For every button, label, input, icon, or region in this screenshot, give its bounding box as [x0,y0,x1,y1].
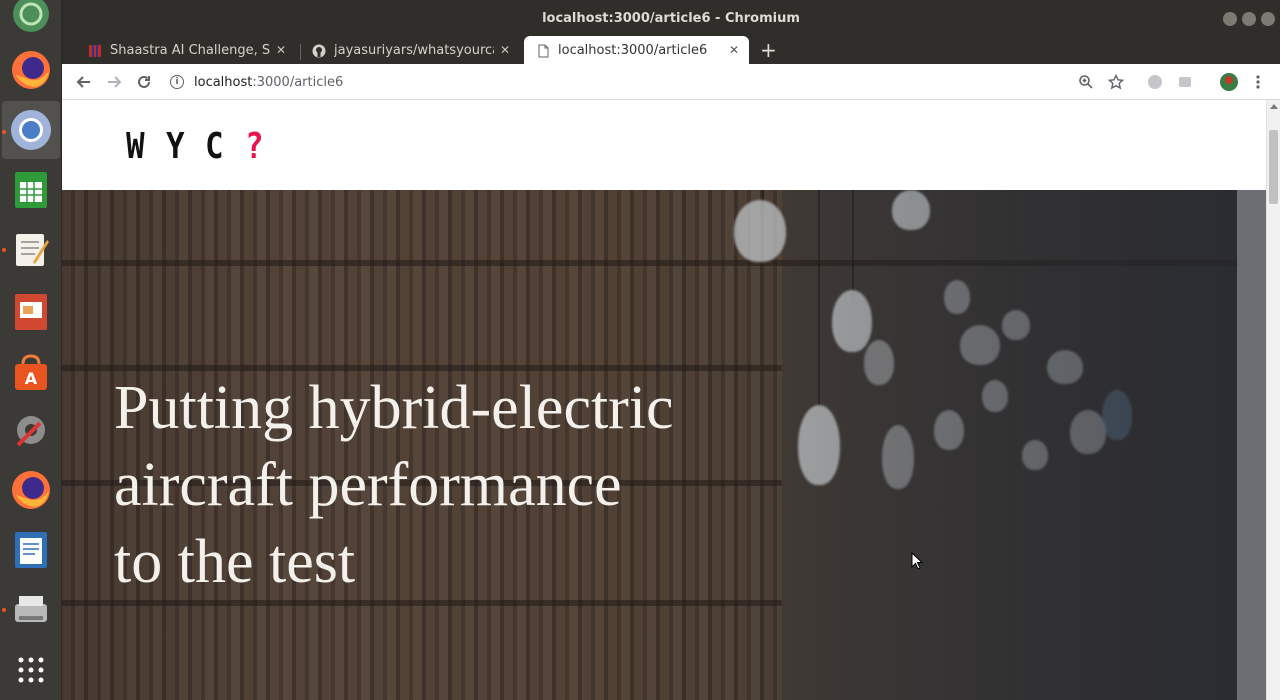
tab-strip: Shaastra AI Challenge, Sh ✕ jayasuriyars… [62,32,1280,64]
mouse-cursor-icon [911,552,923,570]
chromium-icon[interactable] [2,101,60,159]
extension-icon[interactable] [1175,72,1195,92]
logo-letter: C [205,126,229,167]
browser-toolbar: i localhost:3000/article6 [62,64,1280,100]
presentation-icon[interactable] [9,290,53,334]
site-info-icon[interactable]: i [170,75,184,89]
scanner-icon[interactable] [9,588,53,632]
close-tab-icon[interactable]: ✕ [276,43,286,57]
scroll-up-arrow-icon[interactable] [1270,104,1278,109]
hero-title: Putting hybrid-electric aircraft perform… [114,370,814,601]
hero-title-line: Putting hybrid-electric [114,374,674,442]
close-tab-icon[interactable]: ✕ [500,43,510,57]
page-icon [538,44,549,58]
menu-kebab-icon[interactable] [1248,72,1268,92]
app-grid-icon[interactable] [9,648,53,692]
app-icon-top[interactable] [9,0,53,36]
text-editor-icon[interactable] [9,228,53,272]
firefox-icon-2[interactable] [9,468,53,512]
window-title: localhost:3000/article6 - Chromium [542,11,800,26]
site-logo[interactable]: W Y C ? [124,126,283,167]
profile-avatar-icon[interactable] [1219,72,1239,92]
address-bar[interactable]: i localhost:3000/article6 [170,70,343,94]
firefox-icon[interactable] [9,48,53,92]
running-indicator [2,130,6,134]
writer-icon[interactable] [9,528,53,572]
tab-separator [300,44,301,60]
page-viewport: W Y C ? Putting hybrid-electric aircraft… [62,100,1266,700]
settings-icon[interactable] [9,408,53,452]
running-indicator [2,608,6,612]
close-tab-icon[interactable]: ✕ [729,43,739,57]
ubuntu-launcher: A [0,0,62,700]
url-path: :3000/article6 [252,74,344,90]
back-icon[interactable] [74,72,94,92]
zoom-icon[interactable] [1076,72,1096,92]
maximize-button[interactable] [1242,12,1256,26]
close-window-button[interactable] [1261,12,1275,26]
tab-shaastra[interactable]: Shaastra AI Challenge, Sh ✕ [78,36,296,64]
software-center-icon[interactable]: A [9,350,53,394]
url-host: localhost [194,74,253,90]
minimize-button[interactable] [1223,12,1237,26]
hero-banner: Putting hybrid-electric aircraft perform… [62,190,1237,700]
running-indicator [2,248,6,252]
github-icon [312,44,326,58]
extension-globe-icon[interactable] [1145,72,1165,92]
logo-letter: Y [165,126,190,167]
new-tab-button[interactable]: + [760,38,777,62]
svg-text:A: A [25,369,38,388]
tab-label: jayasuriyars/whatsyourca [334,42,494,58]
page-scrollbar[interactable] [1266,100,1280,700]
hero-title-line: to the test [114,528,356,596]
tab-github[interactable]: jayasuriyars/whatsyourca ✕ [302,36,520,64]
forward-icon[interactable] [104,72,124,92]
bookmark-star-icon[interactable] [1106,72,1126,92]
logo-letter: W [126,126,150,167]
window-titlebar: localhost:3000/article6 - Chromium [62,0,1280,36]
reload-icon[interactable] [134,72,154,92]
spreadsheet-icon[interactable] [9,168,53,212]
tab-label: Shaastra AI Challenge, Sh [110,42,270,58]
page-right-edge [1237,190,1266,700]
shaastra-icon [89,45,101,57]
site-header: W Y C ? [62,100,1266,190]
scrollbar-thumb[interactable] [1269,130,1278,204]
tab-article6[interactable]: localhost:3000/article6 ✕ [524,36,749,64]
hero-title-line: aircraft performance [114,451,622,519]
logo-question-mark: ? [245,126,269,167]
tab-label: localhost:3000/article6 [558,42,708,58]
